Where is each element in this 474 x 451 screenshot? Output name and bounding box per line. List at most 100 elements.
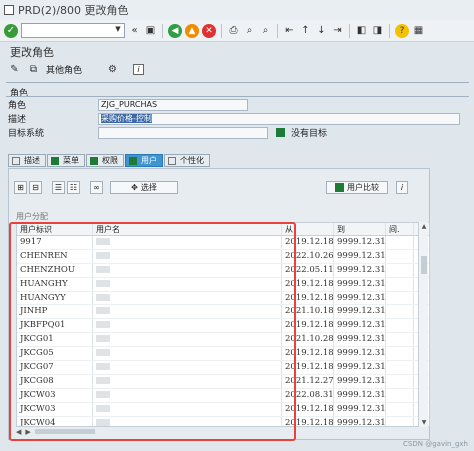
back-icon[interactable]: ◀ — [168, 23, 182, 38]
last-page-icon[interactable]: ⇥ — [331, 24, 344, 37]
scroll-down-icon[interactable]: ▼ — [419, 419, 429, 426]
table-row[interactable]: JKCW04 2019.12.18 9999.12.31 — [17, 416, 429, 426]
cell-from: 2021.10.28 — [282, 333, 334, 347]
tab-authorizations[interactable]: 权限 — [86, 154, 124, 167]
tab-personalization[interactable]: 个性化 — [164, 154, 210, 167]
table-row[interactable]: JKCG08 2021.12.27 9999.12.31 — [17, 374, 429, 389]
column-header-from[interactable]: 从 — [282, 223, 334, 235]
select-button[interactable]: ✥ 选择 — [110, 181, 178, 194]
delete-row-button[interactable]: ⊟ — [29, 181, 42, 194]
table-row[interactable]: 9917 2019.12.18 9999.12.31 — [17, 236, 429, 250]
first-page-icon[interactable]: ⇤ — [283, 24, 296, 37]
new-session-icon[interactable]: ◧ — [355, 24, 368, 37]
display-change-icon[interactable]: ✎ — [8, 63, 21, 76]
table-row[interactable]: HUANGHY 2019.12.18 9999.12.31 — [17, 277, 429, 292]
insert-row-button[interactable]: ⊞ — [14, 181, 27, 194]
redacted-name-mask — [96, 307, 110, 315]
settings-icon[interactable]: ⚙ — [106, 63, 119, 76]
cell-indirect — [386, 402, 414, 416]
find-icon[interactable]: ⌕ — [243, 24, 256, 37]
status-icon — [12, 156, 20, 165]
no-target-label: 没有目标 — [291, 129, 328, 139]
status-icon — [335, 183, 344, 192]
cell-to: 9999.12.31 — [334, 319, 386, 333]
target-system-field[interactable] — [98, 126, 268, 139]
scroll-left-icon[interactable]: ◀ — [16, 428, 21, 436]
help-icon[interactable]: ? — [395, 23, 409, 38]
status-icon — [276, 128, 285, 137]
other-role-icon[interactable]: ⧉ — [27, 63, 40, 76]
save-icon[interactable]: ▣ — [144, 24, 157, 37]
cell-user-id: JKCW03 — [17, 388, 93, 402]
table-row[interactable]: JKCG05 2019.12.18 9999.12.31 — [17, 347, 429, 362]
table-row[interactable]: JKCW03 2022.08.31 9999.12.31 — [17, 388, 429, 403]
tab-users[interactable]: 用户 — [125, 154, 163, 167]
redacted-name-mask — [96, 376, 110, 384]
cell-to: 9999.12.31 — [334, 416, 386, 426]
table-row[interactable]: CHENZHOU 2022.05.11 9999.12.31 — [17, 263, 429, 278]
find-next-icon[interactable]: ⌕ — [259, 24, 272, 37]
table-row[interactable]: JKBFPQ01 2019.12.18 9999.12.31 — [17, 319, 429, 334]
layout-menu-icon[interactable]: ▦ — [412, 24, 425, 37]
chevron-down-icon[interactable]: ▼ — [113, 25, 123, 36]
tab-menu[interactable]: 菜单 — [47, 154, 85, 167]
scroll-up-icon[interactable]: ▲ — [419, 223, 429, 230]
tab-description[interactable]: 描述 — [8, 154, 46, 167]
column-header-user-name[interactable]: 用户名 — [93, 223, 282, 235]
toolbar-separator — [389, 23, 390, 38]
table-row[interactable]: CHENREN 2022.10.26 9999.12.31 — [17, 249, 429, 264]
cell-user-id: JKCG08 — [17, 374, 93, 388]
info-button[interactable]: i — [396, 181, 408, 194]
column-header-user-id[interactable]: 用户标识 — [17, 223, 93, 235]
cell-user-name — [93, 291, 282, 305]
cell-user-name — [93, 361, 282, 374]
exit-icon[interactable]: ▲ — [185, 23, 199, 38]
vertical-scrollbar[interactable]: ▲ ▼ — [418, 222, 428, 427]
info-icon[interactable]: i — [133, 63, 145, 75]
collapse-left-icon[interactable]: « — [128, 24, 141, 37]
cancel-icon[interactable]: ✕ — [202, 23, 216, 38]
details-button[interactable]: ∞ — [90, 181, 103, 194]
column-header-to[interactable]: 到 — [334, 223, 386, 235]
table-row[interactable]: JKCG07 2019.12.18 9999.12.31 — [17, 361, 429, 375]
select-all-button[interactable]: ☰ — [52, 181, 65, 194]
cell-indirect — [386, 361, 414, 374]
table-row[interactable]: JKCG01 2021.10.28 9999.12.31 — [17, 333, 429, 348]
shortcut-icon[interactable]: ◨ — [371, 24, 384, 37]
cell-from: 2019.12.18 — [282, 236, 334, 249]
table-row[interactable]: JINHP 2021.10.18 9999.12.31 — [17, 305, 429, 320]
prev-page-icon[interactable]: ↑ — [299, 24, 312, 37]
table-row[interactable]: HUANGYY 2019.12.18 9999.12.31 — [17, 291, 429, 306]
horizontal-scrollbar[interactable]: ◀ ▶ — [16, 427, 286, 436]
scrollbar-thumb[interactable] — [421, 256, 427, 274]
next-page-icon[interactable]: ↓ — [315, 24, 328, 37]
other-role-button[interactable]: 其他角色 — [46, 63, 82, 76]
cell-user-name — [93, 249, 282, 263]
redacted-name-mask — [96, 390, 110, 398]
select-all-icon: ☰ — [54, 183, 63, 192]
user-compare-button[interactable]: 用户比较 — [326, 181, 388, 194]
description-label: 描述 — [8, 115, 27, 125]
scroll-right-icon[interactable]: ▶ — [25, 428, 30, 436]
cell-from: 2022.05.11 — [282, 263, 334, 277]
print-icon[interactable]: ⎙ — [227, 24, 240, 37]
insert-row-icon: ⊞ — [17, 183, 24, 192]
cell-from: 2019.12.18 — [282, 347, 334, 361]
command-field[interactable]: ▼ — [21, 23, 125, 38]
scrollbar-thumb[interactable] — [34, 429, 95, 434]
deselect-all-icon: ☷ — [69, 183, 78, 192]
deselect-all-button[interactable]: ☷ — [67, 181, 80, 194]
description-field[interactable]: 采购价格-控制 — [98, 112, 460, 125]
status-icon — [129, 156, 137, 165]
application-toolbar: ✎ ⧉ 其他角色 ⚙ i — [8, 62, 145, 76]
redacted-name-mask — [96, 251, 110, 259]
role-row: 角色 ZJG_PURCHAS — [8, 98, 470, 111]
description-value: 采购价格-控制 — [101, 113, 152, 123]
enter-check-icon[interactable]: ✓ — [4, 23, 18, 38]
cell-user-name — [93, 305, 282, 319]
table-row[interactable]: JKCW03 2019.12.18 9999.12.31 — [17, 402, 429, 417]
cell-to: 9999.12.31 — [334, 347, 386, 361]
column-header-indirect[interactable]: 间. — [386, 223, 414, 235]
role-field[interactable]: ZJG_PURCHAS — [98, 98, 248, 111]
cell-user-id: CHENREN — [17, 249, 93, 263]
